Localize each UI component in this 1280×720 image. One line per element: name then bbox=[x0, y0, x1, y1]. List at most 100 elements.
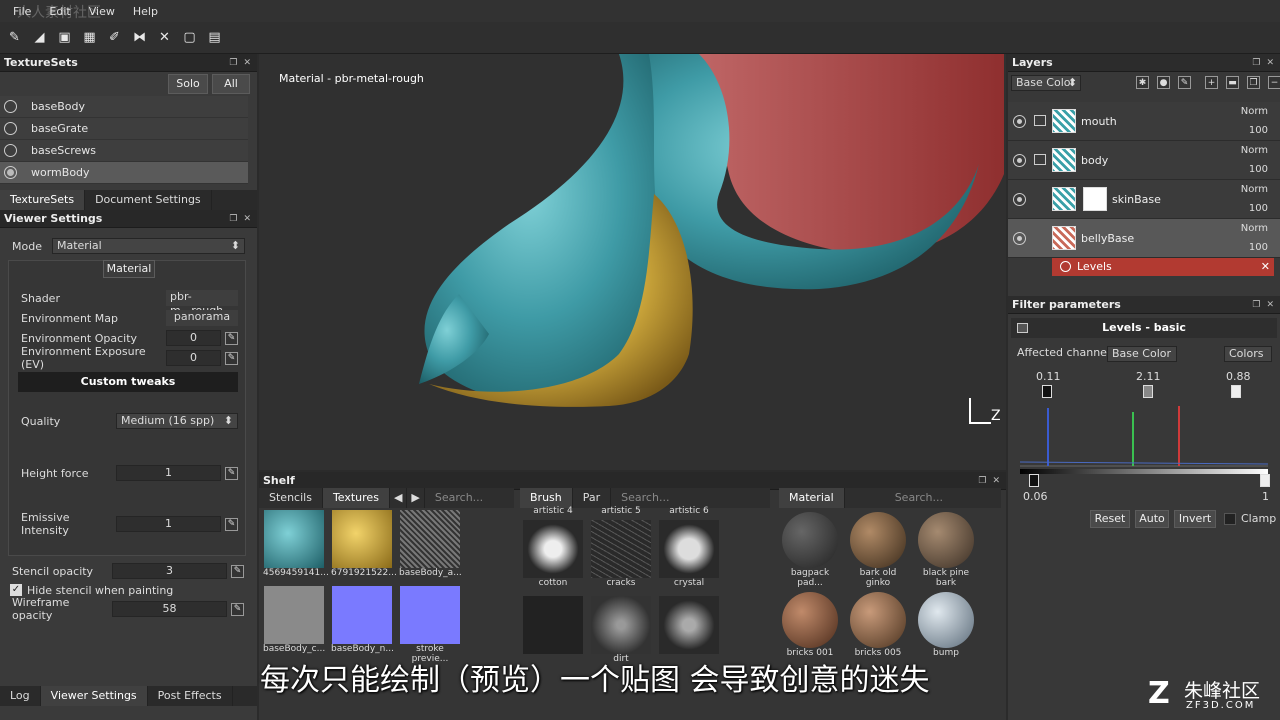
channel-select[interactable]: Base Color ⬍ bbox=[1011, 75, 1081, 91]
panel-close-icon[interactable]: ✕ bbox=[243, 54, 251, 71]
layer-blend[interactable]: Norm bbox=[1241, 141, 1268, 161]
brush-search[interactable]: Search... bbox=[611, 488, 679, 508]
brush-item[interactable]: artistic 4 bbox=[522, 506, 584, 516]
paint-brush-icon[interactable]: ✎ bbox=[5, 28, 24, 47]
layer-blend[interactable]: Norm bbox=[1241, 219, 1268, 239]
colors-select[interactable]: Colors bbox=[1224, 346, 1272, 362]
collapse-icon[interactable] bbox=[1017, 323, 1028, 333]
3d-viewport[interactable]: Material - pbr-metal-rough Z bbox=[259, 54, 1006, 470]
envmap-field[interactable]: panorama bbox=[166, 310, 238, 326]
effects-icon[interactable]: ✱ bbox=[1136, 76, 1149, 89]
filter-row-levels[interactable]: Levels ✕ bbox=[1052, 258, 1274, 276]
panel-float-icon[interactable]: ❐ bbox=[1252, 54, 1260, 71]
tab-texturesets[interactable]: TextureSets bbox=[0, 190, 86, 210]
panel-close-icon[interactable]: ✕ bbox=[992, 472, 1000, 489]
material-search[interactable]: Search... bbox=[885, 488, 953, 508]
material-item[interactable]: bagpack pad... bbox=[779, 512, 841, 588]
texture-item[interactable]: baseBody_n... bbox=[331, 586, 394, 654]
tab-document-settings[interactable]: Document Settings bbox=[85, 190, 212, 210]
brush-item[interactable]: artistic 5 bbox=[590, 506, 652, 516]
brush-item[interactable]: cracks bbox=[590, 520, 652, 588]
wireframe-slider[interactable]: 58 bbox=[112, 601, 227, 617]
tab-viewer-settings[interactable]: Viewer Settings bbox=[40, 686, 148, 706]
brush-item[interactable]: artistic 6 bbox=[658, 506, 720, 516]
edit-icon[interactable]: ✎ bbox=[225, 331, 238, 345]
layer-row[interactable]: mouth Norm 100 bbox=[1008, 102, 1280, 141]
material-item[interactable]: bricks 005 bbox=[847, 592, 909, 658]
brush-icon[interactable]: ✎ bbox=[1178, 76, 1191, 89]
tab-stencils[interactable]: Stencils bbox=[259, 488, 323, 508]
color-picker-icon[interactable]: ✐ bbox=[105, 28, 124, 47]
layer-blend[interactable]: Norm bbox=[1241, 102, 1268, 122]
projection-icon[interactable]: ▣ bbox=[55, 28, 74, 47]
shader-field[interactable]: pbr-m...rough bbox=[166, 290, 238, 317]
material-item[interactable]: bark old ginko bbox=[847, 512, 909, 588]
eraser-icon[interactable]: ◢ bbox=[30, 28, 49, 47]
envop-field[interactable]: 0 bbox=[166, 330, 221, 346]
texture-item[interactable]: baseBody_a... bbox=[399, 510, 462, 578]
auto-button[interactable]: Auto bbox=[1135, 510, 1169, 528]
emissive-slider[interactable]: 1 bbox=[116, 516, 221, 532]
visibility-eye-icon[interactable] bbox=[1013, 154, 1026, 167]
output-low-handle[interactable] bbox=[1029, 474, 1039, 487]
solo-button[interactable]: Solo bbox=[168, 74, 208, 94]
mask-icon[interactable]: ● bbox=[1157, 76, 1170, 89]
reset-button[interactable]: Reset bbox=[1090, 510, 1130, 528]
material-item[interactable]: bricks 001 bbox=[779, 592, 841, 658]
edit-icon[interactable]: ✎ bbox=[225, 517, 238, 531]
textures-search[interactable]: Search... bbox=[425, 488, 493, 508]
layer-opacity[interactable]: 100 bbox=[1249, 238, 1268, 258]
tab-material[interactable]: Material bbox=[779, 488, 845, 508]
brush-item[interactable]: crystal bbox=[658, 520, 720, 588]
tab-post-effects[interactable]: Post Effects bbox=[148, 686, 233, 706]
visibility-eye-icon[interactable] bbox=[1013, 232, 1026, 245]
panel-float-icon[interactable]: ❐ bbox=[978, 472, 986, 489]
material-button[interactable]: Material bbox=[103, 260, 155, 278]
stencil-slider[interactable]: 3 bbox=[112, 563, 227, 579]
close-icon[interactable]: ✕ bbox=[1261, 258, 1270, 276]
input-high-handle[interactable] bbox=[1231, 385, 1241, 398]
panel-close-icon[interactable]: ✕ bbox=[1266, 54, 1274, 71]
edit-icon[interactable]: ✎ bbox=[225, 466, 238, 480]
tab-textures[interactable]: Textures bbox=[322, 488, 390, 508]
input-low-handle[interactable] bbox=[1042, 385, 1052, 398]
symmetry-icon[interactable]: ⧓ bbox=[130, 28, 149, 47]
radio-icon[interactable] bbox=[4, 100, 17, 113]
textureset-item[interactable]: baseScrews bbox=[0, 140, 248, 162]
duplicate-icon[interactable]: ❐ bbox=[1247, 76, 1260, 89]
polygon-fill-icon[interactable]: ▦ bbox=[80, 28, 99, 47]
radio-icon[interactable] bbox=[4, 122, 17, 135]
visibility-eye-icon[interactable] bbox=[1013, 193, 1026, 206]
input-mid-handle[interactable] bbox=[1143, 385, 1153, 398]
arrow-left-icon[interactable]: ◀ bbox=[390, 488, 408, 508]
visibility-eye-icon[interactable] bbox=[1060, 261, 1071, 272]
panel-close-icon[interactable]: ✕ bbox=[243, 210, 251, 227]
texture-item[interactable]: stroke previe... bbox=[399, 586, 461, 664]
brush-item[interactable] bbox=[658, 596, 720, 654]
envexp-field[interactable]: 0 bbox=[166, 350, 221, 366]
arrow-right-icon[interactable]: ▶ bbox=[407, 488, 425, 508]
view-3d-icon[interactable]: ▢ bbox=[180, 28, 199, 47]
delete-layer-icon[interactable]: − bbox=[1268, 76, 1280, 89]
panel-close-icon[interactable]: ✕ bbox=[1266, 296, 1274, 313]
layer-row-selected[interactable]: bellyBase Norm 100 bbox=[1008, 219, 1280, 258]
texture-item[interactable]: baseBody_c... bbox=[263, 586, 325, 654]
layer-row[interactable]: skinBase Norm 100 bbox=[1008, 180, 1280, 219]
edit-icon[interactable]: ✎ bbox=[225, 351, 238, 365]
menu-help[interactable]: Help bbox=[124, 5, 167, 18]
output-high-handle[interactable] bbox=[1260, 474, 1270, 487]
tab-brush[interactable]: Brush bbox=[520, 488, 573, 508]
edit-icon[interactable]: ✎ bbox=[231, 602, 244, 616]
panel-float-icon[interactable]: ❐ bbox=[229, 210, 237, 227]
brush-item[interactable]: dirt bbox=[590, 596, 652, 664]
tab-log[interactable]: Log bbox=[0, 686, 41, 706]
texture-item[interactable]: 6791921522... bbox=[331, 510, 397, 578]
visibility-eye-icon[interactable] bbox=[1013, 115, 1026, 128]
radio-icon[interactable] bbox=[4, 144, 17, 157]
radio-icon[interactable] bbox=[4, 166, 17, 179]
texture-item[interactable]: 4569459141... bbox=[263, 510, 329, 578]
height-slider[interactable]: 1 bbox=[116, 465, 221, 481]
quality-select[interactable]: Medium (16 spp) ⬍ bbox=[116, 413, 238, 429]
invert-button[interactable]: Invert bbox=[1174, 510, 1216, 528]
symmetry-axis-icon[interactable]: ✕ bbox=[155, 28, 174, 47]
